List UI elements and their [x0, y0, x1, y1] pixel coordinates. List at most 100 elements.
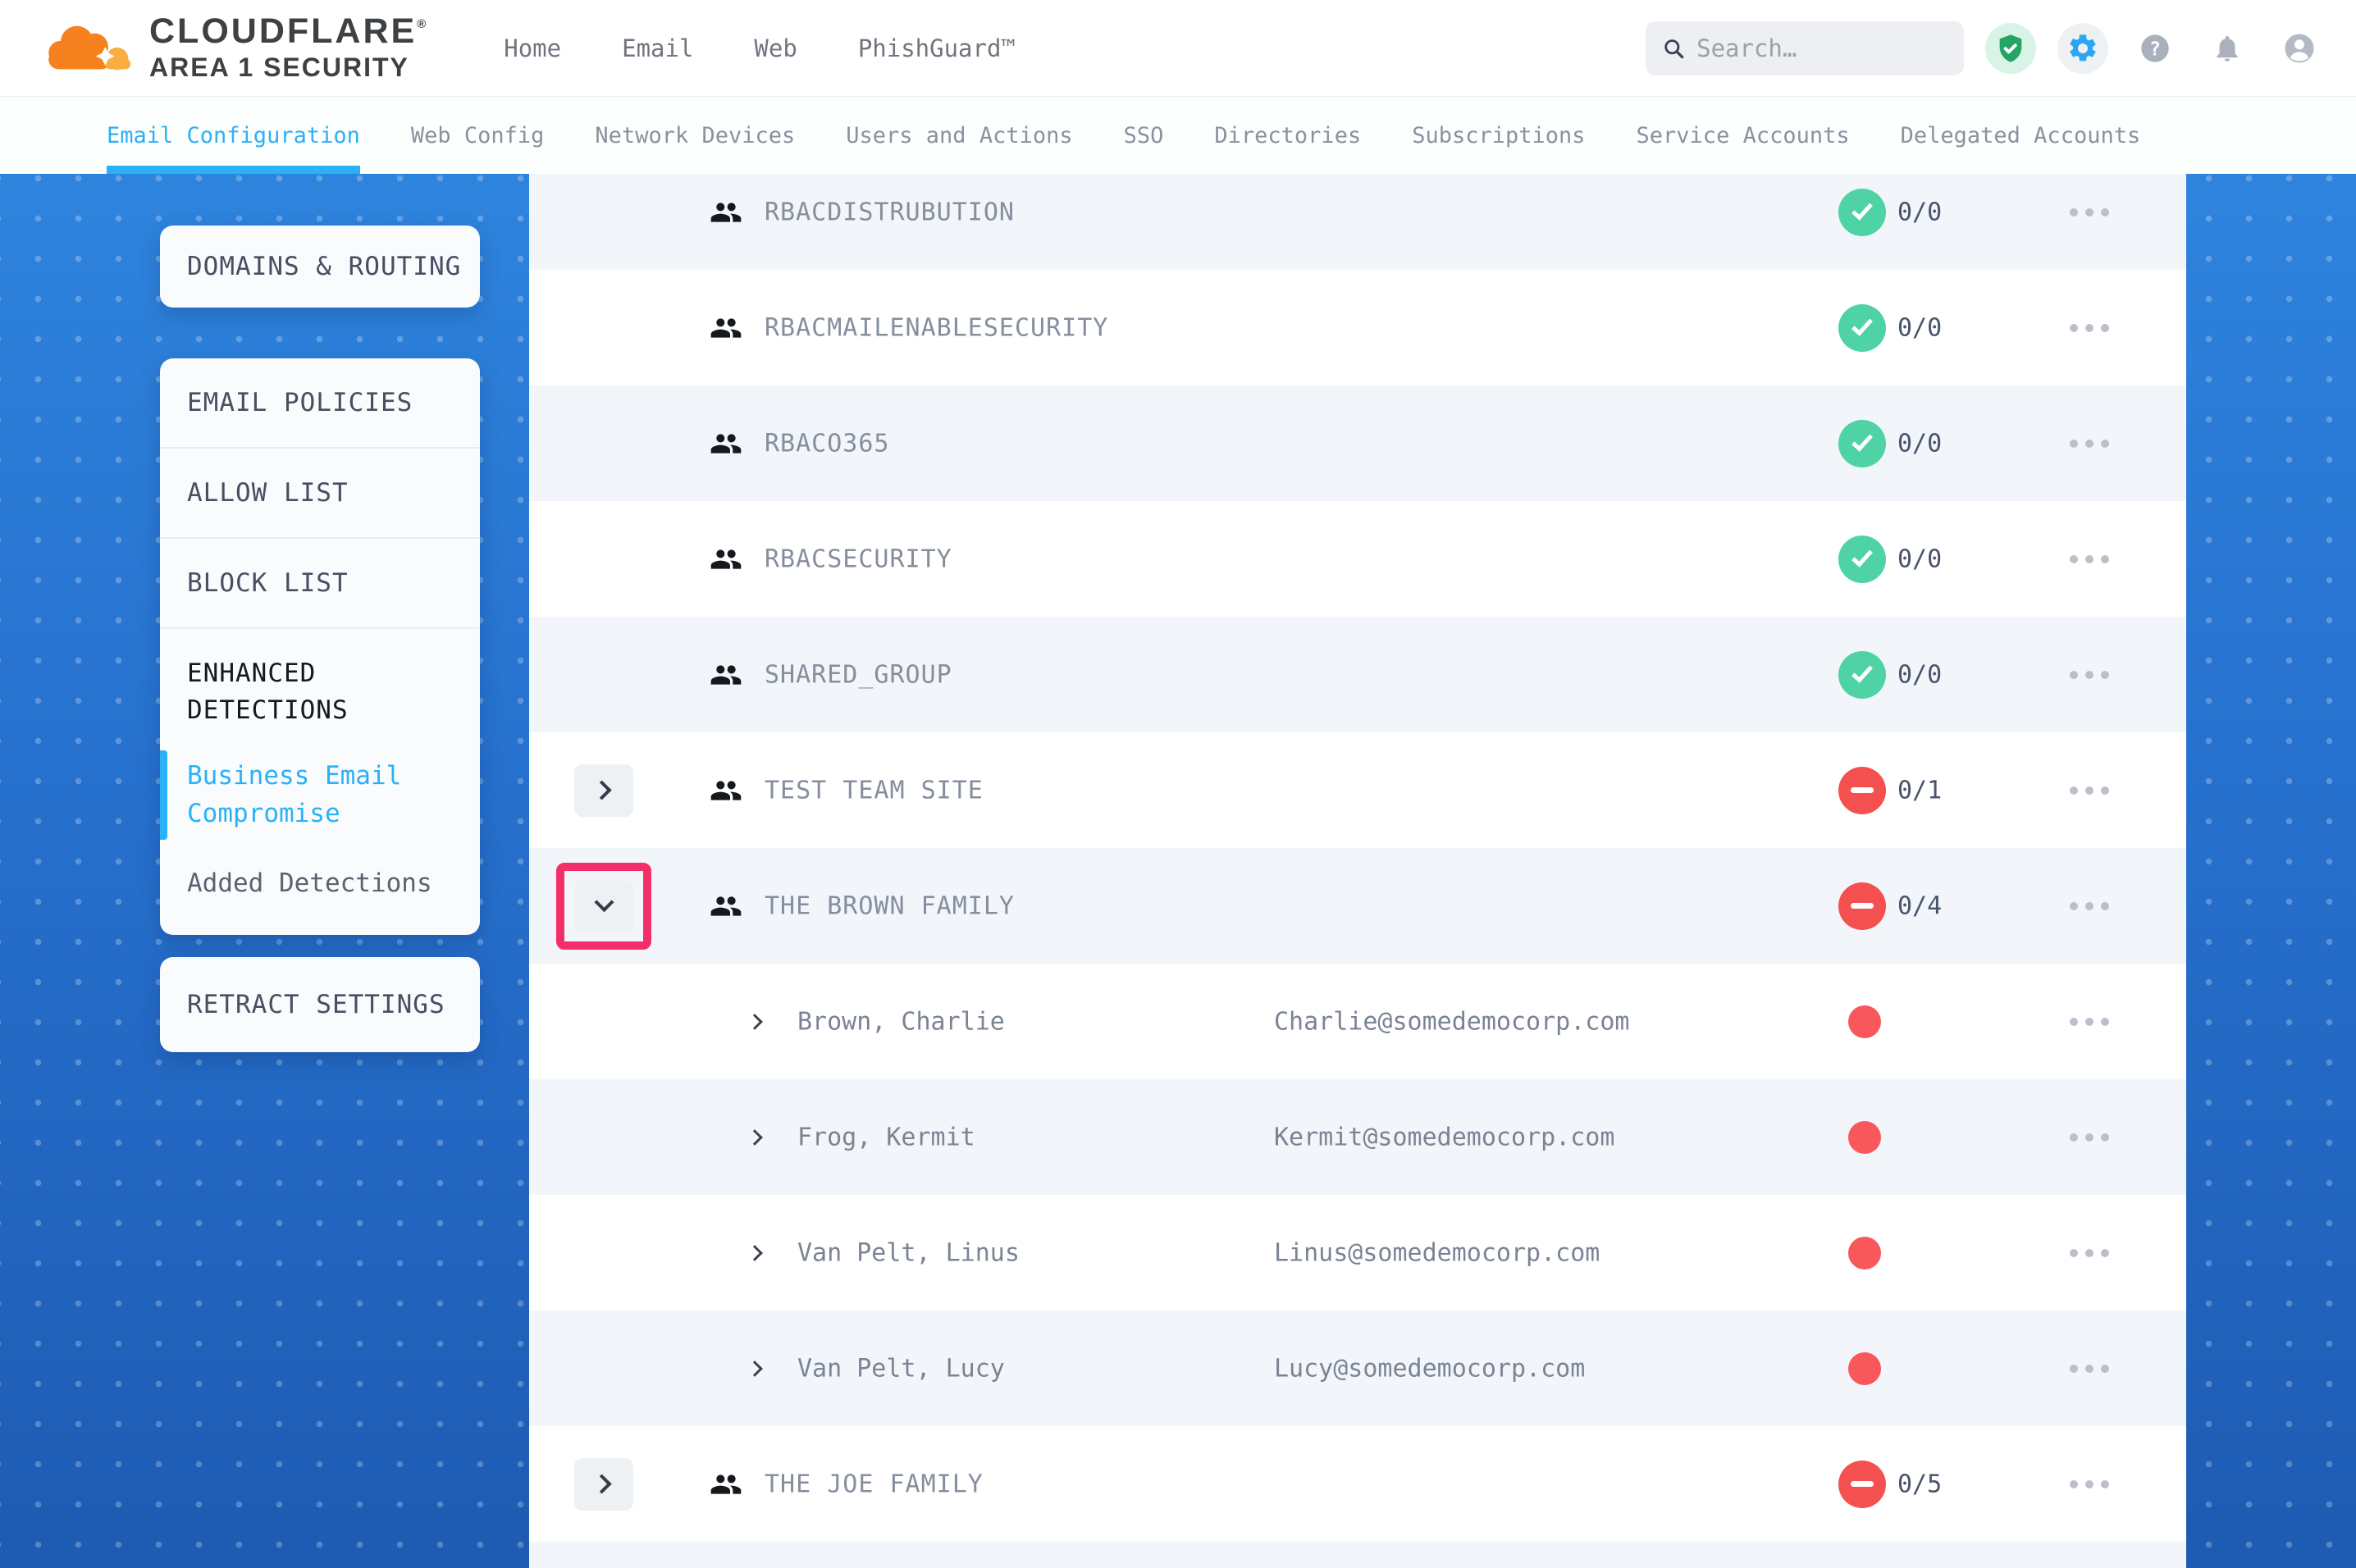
row-actions-menu[interactable]	[2070, 555, 2109, 563]
primary-nav: Home Email Web PhishGuard™	[504, 34, 1016, 62]
status-badge	[1838, 651, 1886, 699]
table-row-group: RBACSECURITY 0/0	[529, 501, 2186, 617]
table-row-partial	[529, 1542, 2186, 1568]
chevron-right-icon[interactable]	[747, 1245, 763, 1261]
row-actions-menu[interactable]	[2070, 1249, 2109, 1257]
help-icon[interactable]: ?	[2130, 23, 2180, 74]
row-actions-menu[interactable]	[2070, 1480, 2109, 1488]
status-badge	[1838, 882, 1886, 930]
status-dot	[1848, 1237, 1881, 1269]
row-actions-menu[interactable]	[2070, 1365, 2109, 1373]
chevron-icon	[591, 1474, 611, 1493]
member-email: Lucy@somedemocorp.com	[1274, 1354, 1585, 1383]
chevron-right-icon[interactable]	[747, 1014, 763, 1030]
tab-subscriptions[interactable]: Subscriptions	[1412, 97, 1585, 174]
member-name: Van Pelt, Lucy	[797, 1354, 1005, 1383]
nav-item-web[interactable]: Web	[754, 34, 797, 62]
tab-delegated-accounts[interactable]: Delegated Accounts	[1901, 97, 2141, 174]
row-actions-menu[interactable]	[2070, 440, 2109, 448]
sidebar-item-business-email-compromise[interactable]: Business Email Compromise	[187, 757, 453, 833]
group-name: RBACO365	[765, 429, 890, 458]
tab-network-devices[interactable]: Network Devices	[595, 97, 795, 174]
group-people-icon	[710, 659, 742, 691]
row-actions-menu[interactable]	[2070, 1133, 2109, 1142]
sidebar-item-email-policies[interactable]: EMAIL POLICIES	[160, 358, 480, 449]
status-dot	[1848, 1005, 1881, 1038]
member-email: Linus@somedemocorp.com	[1274, 1238, 1600, 1267]
sidebar-item-added-detections[interactable]: Added Detections	[187, 864, 453, 903]
tab-service-accounts[interactable]: Service Accounts	[1637, 97, 1850, 174]
table-row-member: Van Pelt, Linus Linus@somedemocorp.com	[529, 1195, 2186, 1310]
status-glyph	[1851, 545, 1873, 567]
header-actions: ?	[1646, 21, 2325, 75]
group-name: THE BROWN FAMILY	[765, 891, 1015, 920]
group-name: SHARED_GROUP	[765, 660, 952, 689]
svg-text:?: ?	[2149, 37, 2161, 60]
member-count: 0/4	[1897, 891, 1942, 920]
main-panel: DOMAINS & ROUTING EMAIL POLICIES ALLOW L…	[0, 174, 2356, 1568]
table-row-member: Brown, Charlie Charlie@somedemocorp.com	[529, 964, 2186, 1079]
group-name: RBACMAILENABLESECURITY	[765, 313, 1108, 342]
status-dot	[1848, 1352, 1881, 1385]
member-email: Kermit@somedemocorp.com	[1274, 1123, 1614, 1151]
cloudflare-cloud-icon	[43, 15, 139, 80]
bell-icon[interactable]	[2202, 23, 2253, 74]
group-name: RBACSECURITY	[765, 545, 952, 573]
status-badge	[1838, 304, 1886, 352]
search-icon	[1662, 35, 1685, 62]
sidebar-item-block-list[interactable]: BLOCK LIST	[160, 539, 480, 629]
table-row-group: THE BROWN FAMILY 0/4	[529, 848, 2186, 964]
status-glyph	[1851, 787, 1874, 793]
cloudflare-logo: CLOUDFLARE® AREA 1 SECURITY	[43, 13, 426, 82]
user-icon[interactable]	[2274, 23, 2325, 74]
config-subnav: Email Configuration Web Config Network D…	[0, 97, 2356, 174]
nav-item-phishguard[interactable]: PhishGuard™	[858, 34, 1016, 62]
row-actions-menu[interactable]	[2070, 786, 2109, 795]
table-row-group: RBACO365 0/0	[529, 385, 2186, 501]
group-name: RBACDISTRUBUTION	[765, 198, 1015, 226]
shield-check-icon[interactable]	[1985, 23, 2036, 74]
group-name: TEST TEAM SITE	[765, 776, 984, 805]
member-count: 0/0	[1897, 313, 1942, 342]
row-actions-menu[interactable]	[2070, 1018, 2109, 1026]
table-row-group: THE JOE FAMILY 0/5	[529, 1426, 2186, 1542]
chevron-right-icon[interactable]	[747, 1361, 763, 1377]
status-badge	[1838, 420, 1886, 467]
group-people-icon	[710, 312, 742, 344]
tab-email-configuration[interactable]: Email Configuration	[107, 97, 360, 174]
chevron-icon	[591, 780, 611, 800]
sidebar-item-enhanced-detections[interactable]: ENHANCED DETECTIONS	[187, 655, 453, 729]
gear-icon[interactable]	[2057, 23, 2108, 74]
expand-collapse-button[interactable]	[574, 1458, 633, 1511]
row-actions-menu[interactable]	[2070, 902, 2109, 910]
group-people-icon	[710, 1468, 742, 1501]
sidebar-item-retract-settings[interactable]: RETRACT SETTINGS	[160, 957, 480, 1052]
sidebar-item-domains-routing[interactable]: DOMAINS & ROUTING	[160, 226, 480, 308]
chevron-right-icon[interactable]	[747, 1129, 763, 1146]
member-count: 0/0	[1897, 429, 1942, 458]
sidebar-item-allow-list[interactable]: ALLOW LIST	[160, 449, 480, 539]
status-glyph	[1851, 430, 1873, 452]
nav-item-home[interactable]: Home	[504, 34, 561, 62]
nav-item-email[interactable]: Email	[622, 34, 693, 62]
row-actions-menu[interactable]	[2070, 324, 2109, 332]
search-box[interactable]	[1646, 21, 1964, 75]
status-glyph	[1851, 1481, 1874, 1487]
search-input[interactable]	[1696, 34, 1947, 62]
tab-web-config[interactable]: Web Config	[411, 97, 545, 174]
expand-collapse-button[interactable]	[574, 764, 633, 817]
status-glyph	[1851, 903, 1874, 909]
tab-directories[interactable]: Directories	[1214, 97, 1361, 174]
row-actions-menu[interactable]	[2070, 671, 2109, 679]
row-actions-menu[interactable]	[2070, 208, 2109, 217]
table-row-group: TEST TEAM SITE 0/1	[529, 732, 2186, 848]
member-name: Brown, Charlie	[797, 1007, 1005, 1036]
table-row-member: Frog, Kermit Kermit@somedemocorp.com	[529, 1079, 2186, 1195]
tab-sso[interactable]: SSO	[1124, 97, 1164, 174]
status-dot	[1848, 1121, 1881, 1154]
member-name: Van Pelt, Linus	[797, 1238, 1020, 1267]
tab-users-and-actions[interactable]: Users and Actions	[846, 97, 1072, 174]
member-email: Charlie@somedemocorp.com	[1274, 1007, 1629, 1036]
groups-table-rows: RBACDISTRUBUTION 0/0 RBACMAILENABLESECUR…	[529, 174, 2186, 1568]
expand-collapse-button[interactable]	[574, 880, 633, 932]
